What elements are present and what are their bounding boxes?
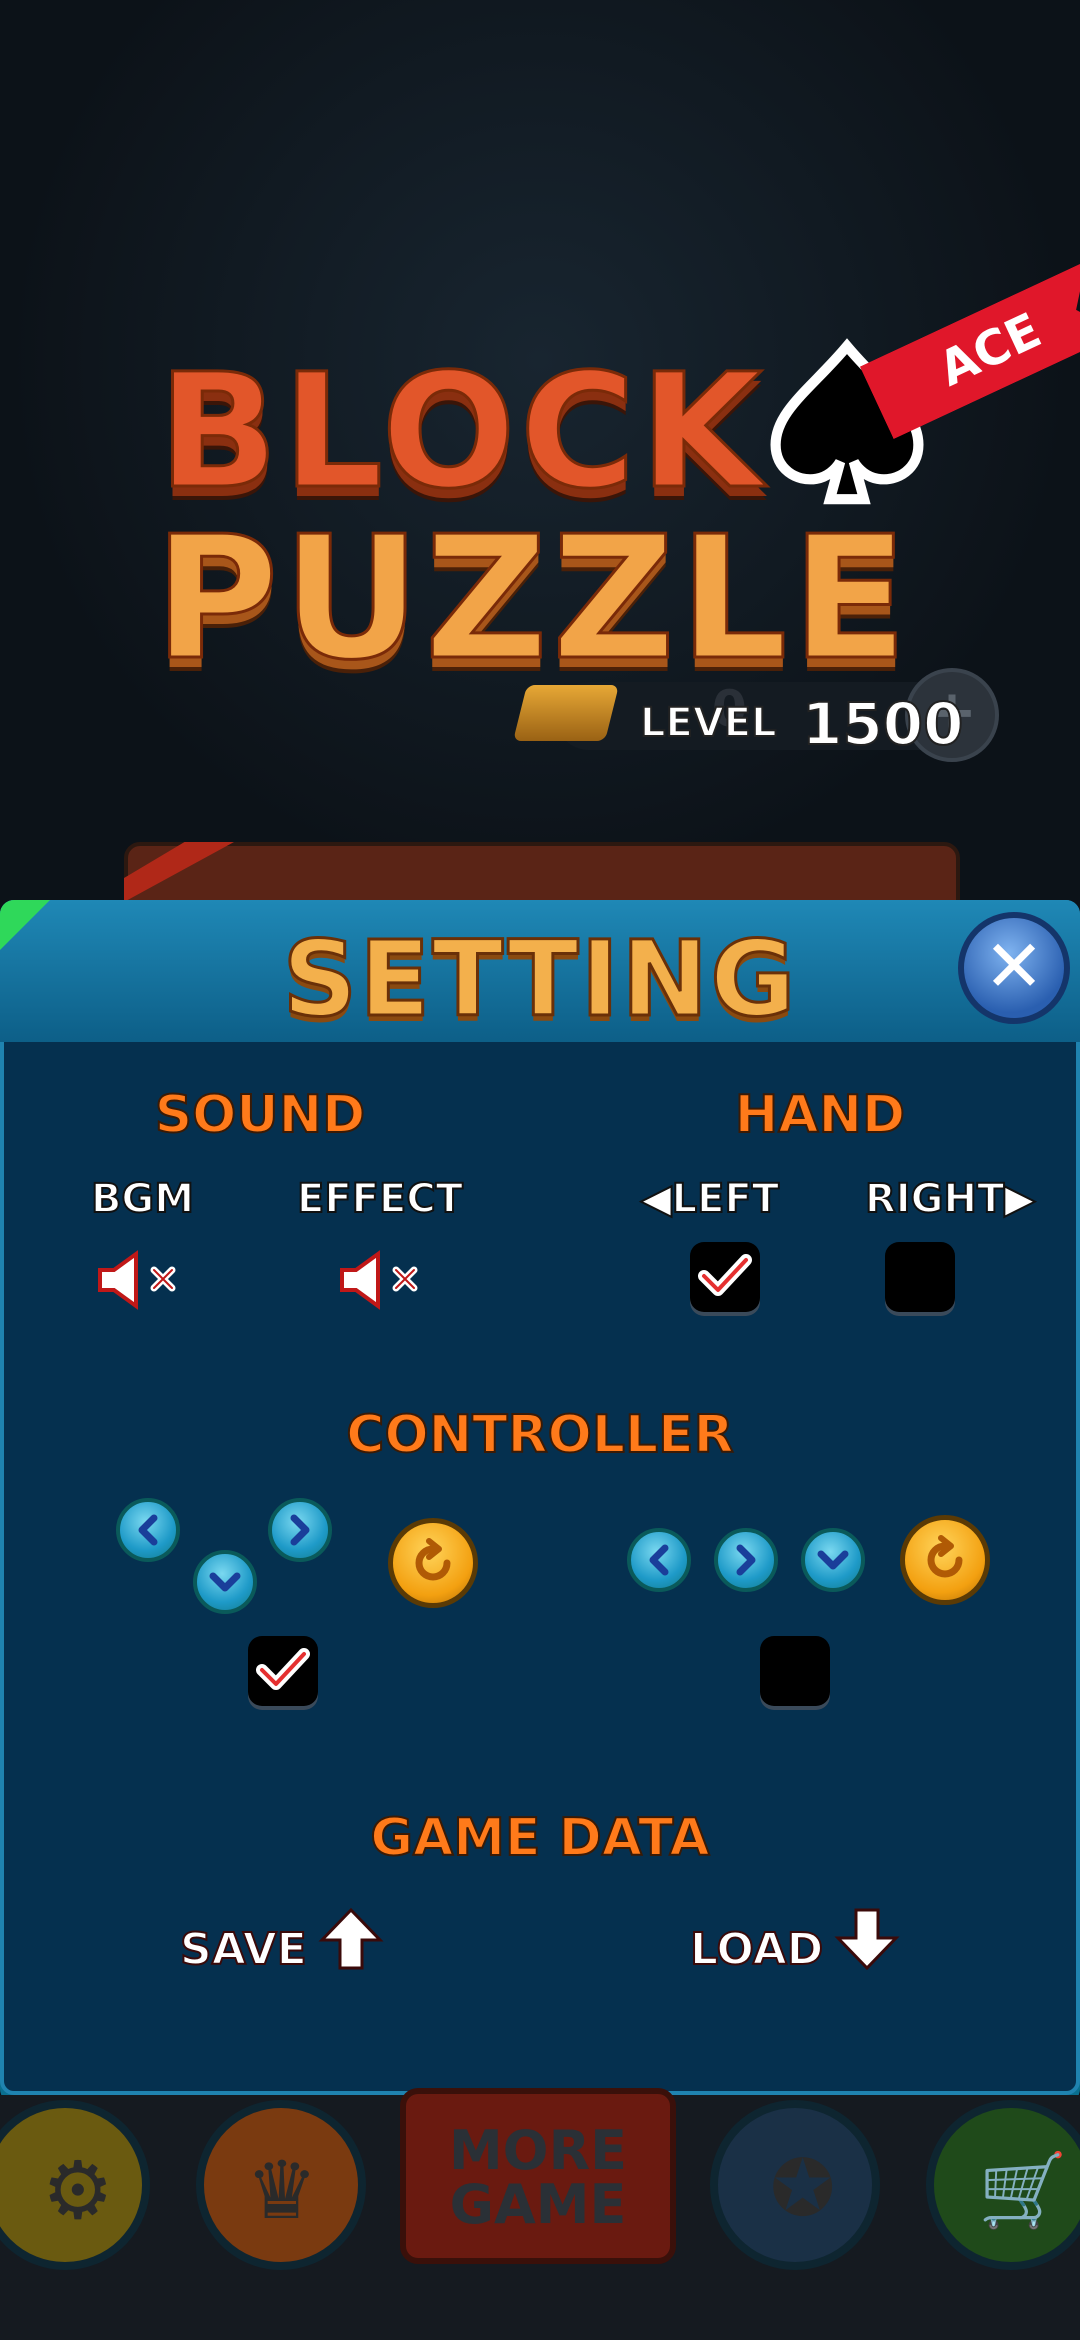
hand-left-checkbox[interactable] (690, 1242, 760, 1312)
bgm-label: BGM (90, 1175, 195, 1223)
logo-block-text: BLOCK (156, 339, 767, 526)
layout-a-right-button (268, 1498, 332, 1562)
level-value: 1500 (801, 689, 964, 759)
hand-right-label: RIGHT (864, 1175, 1005, 1223)
download-arrow-icon[interactable] (834, 1906, 900, 1972)
close-icon: ✕ (983, 924, 1045, 1008)
close-button[interactable]: ✕ (958, 912, 1070, 1024)
layout-a-rotate-button (388, 1518, 478, 1608)
layout-b-down-button (801, 1528, 865, 1592)
bgm-mute-toggle[interactable] (96, 1248, 188, 1312)
layout-b-right-button (714, 1528, 778, 1592)
save-label: SAVE (179, 1923, 308, 1976)
game-logo: BLOCK PUZZLE ACE (150, 300, 1050, 720)
crown-icon: ♛ (246, 2144, 318, 2237)
checkmark-icon (698, 1254, 752, 1296)
more-game-button[interactable]: MORE GAME (400, 2088, 676, 2264)
controller-layout-b-checkbox[interactable] (760, 1636, 830, 1706)
arrow-left-icon (649, 1544, 669, 1576)
checkmark-icon (256, 1648, 310, 1690)
arrow-right-icon (290, 1514, 310, 1546)
save-button[interactable]: SAVE (179, 1923, 308, 1976)
layout-a-left-button (116, 1498, 180, 1562)
rotate-icon (415, 1538, 451, 1581)
controller-title: CONTROLLER (345, 1404, 734, 1466)
settings-title: SETTING (281, 917, 798, 1042)
settings-dialog (0, 900, 1080, 2095)
hand-left-option[interactable]: ◀LEFT (625, 1175, 795, 1223)
hand-title: HAND (734, 1084, 906, 1146)
layout-a-down-button (193, 1550, 257, 1614)
hand-right-checkbox[interactable] (885, 1242, 955, 1312)
rotate-icon (927, 1535, 963, 1578)
logo-puzzle-text: PUZZLE (153, 499, 912, 700)
hand-left-label: LEFT (671, 1175, 780, 1223)
sound-title: SOUND (154, 1084, 367, 1146)
triangle-left-icon: ◀ (640, 1175, 673, 1223)
controller-layout-a-checkbox[interactable] (248, 1636, 318, 1706)
load-button[interactable]: LOAD (689, 1923, 824, 1976)
upload-arrow-icon[interactable] (318, 1906, 384, 1972)
game-data-title: GAME DATA (369, 1807, 710, 1869)
arrow-down-icon (817, 1550, 849, 1570)
effect-mute-toggle[interactable] (338, 1248, 430, 1312)
load-label: LOAD (689, 1923, 824, 1976)
effect-label: EFFECT (296, 1175, 464, 1223)
layout-b-rotate-button (900, 1515, 990, 1605)
achievement-round-button[interactable]: ✪ (710, 2100, 880, 2270)
cart-icon: 🛒 (978, 2148, 1068, 2232)
gear-icon: ⚙ (42, 2144, 114, 2237)
gold-bar-icon (513, 685, 619, 741)
arrow-left-icon (138, 1514, 158, 1546)
ranking-round-button[interactable]: ♛ (196, 2100, 366, 2270)
triangle-right-icon: ▶ (1003, 1175, 1036, 1223)
hand-right-option[interactable]: RIGHT▶ (850, 1175, 1050, 1223)
layout-b-left-button (627, 1528, 691, 1592)
badge-icon: ✪ (770, 2144, 836, 2234)
arrow-down-icon (209, 1572, 241, 1592)
level-label: LEVEL (639, 699, 778, 747)
arrow-right-icon (736, 1544, 756, 1576)
